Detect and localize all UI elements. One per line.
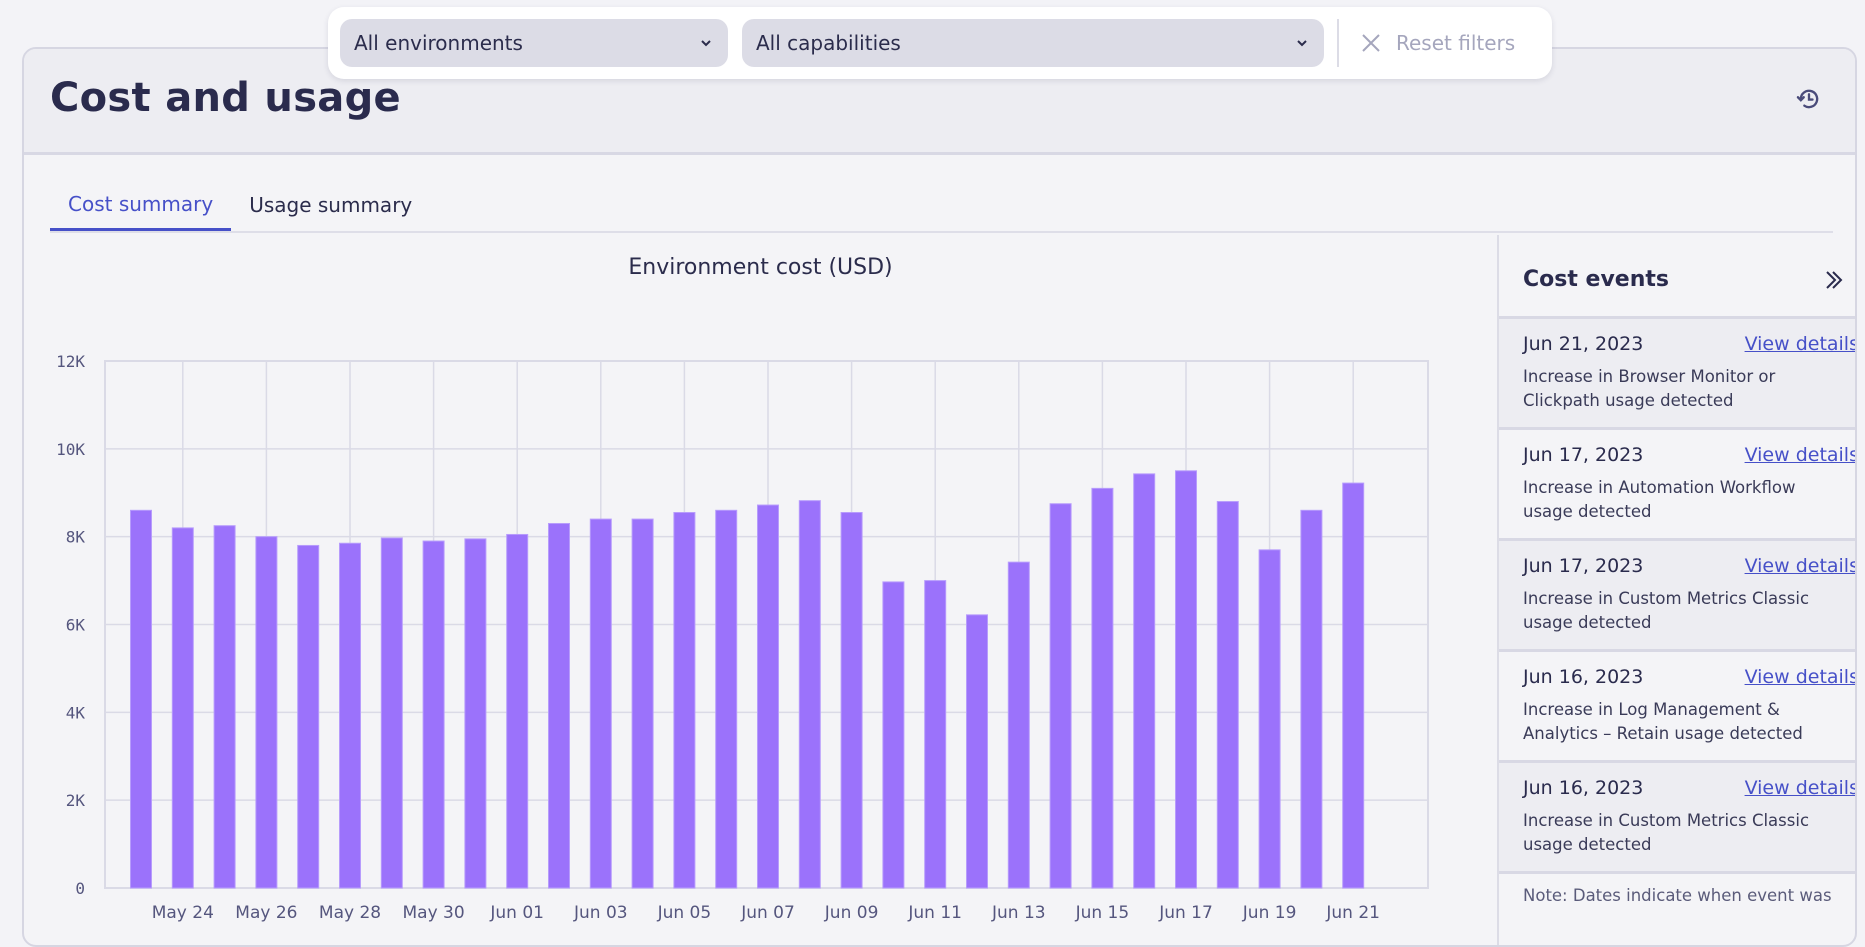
- event-description: Increase in Automation Workflow usage de…: [1523, 478, 1796, 521]
- cost-bar: [840, 512, 863, 889]
- cost-event-item: Jun 17, 2023 View details Increase in Cust…: [1499, 541, 1855, 652]
- cost-bar: [589, 518, 612, 889]
- history-button[interactable]: [1793, 83, 1825, 115]
- cost-bar: [1258, 549, 1281, 889]
- cost-bar: [1007, 561, 1030, 889]
- x-tick-label: Jun 17: [1158, 903, 1213, 923]
- filter-divider: [1337, 19, 1339, 67]
- cost-bar: [798, 500, 821, 889]
- close-icon: [1362, 34, 1380, 52]
- cost-events-list: Jun 21, 2023 View details Increase in Brow…: [1499, 319, 1855, 874]
- x-tick-label: May 26: [235, 903, 297, 923]
- cost-bar: [171, 527, 194, 889]
- cost-bar: [882, 581, 905, 889]
- x-tick-label: Jun 21: [1325, 903, 1380, 923]
- cost-bar: [130, 509, 152, 889]
- cost-bar: [297, 544, 320, 889]
- cost-bar: [464, 538, 487, 889]
- double-chevron-right-icon: [1826, 271, 1843, 289]
- cost-bar: [422, 540, 445, 889]
- view-details-link[interactable]: View details: [1745, 666, 1855, 688]
- cost-chart: Environment cost (USD) 0 2K 4K 6K 8K 10K 12K Ma…: [24, 235, 1497, 945]
- cost-event-item: Jun 16, 2023 View details Increase in Cust…: [1499, 763, 1855, 874]
- x-tick-label: May 24: [152, 903, 214, 923]
- y-tick-label: 10K: [56, 440, 85, 459]
- reset-filters-button[interactable]: Reset filters: [1360, 19, 1515, 67]
- cost-bar: [1133, 473, 1156, 889]
- x-tick-label: Jun 03: [573, 903, 628, 923]
- cost-bar: [1342, 482, 1365, 889]
- event-description: Increase in Custom Metrics Classic usage…: [1523, 589, 1810, 632]
- view-details-link[interactable]: View details: [1745, 777, 1855, 799]
- x-tick-label: May 28: [319, 903, 381, 923]
- x-tick-label: Jun 13: [991, 903, 1046, 923]
- cost-bar: [1216, 501, 1239, 889]
- x-tick-label: Jun 01: [489, 903, 544, 923]
- cost-bar: [1175, 470, 1197, 889]
- cost-bar: [673, 512, 696, 889]
- cost-bar: [1049, 503, 1072, 889]
- y-tick-label: 0: [75, 879, 85, 898]
- y-tick-label: 6K: [66, 616, 86, 635]
- cost-bar: [631, 518, 654, 889]
- filter-bar: All environments All capabilities Reset …: [328, 7, 1552, 79]
- view-details-link[interactable]: View details: [1745, 444, 1855, 466]
- view-details-link[interactable]: View details: [1745, 333, 1855, 355]
- event-description: Increase in Log Management & Analytics –…: [1523, 700, 1803, 743]
- capabilities-select[interactable]: All capabilities: [742, 19, 1324, 67]
- cost-bar: [924, 580, 947, 889]
- x-tick-label: Jun 05: [657, 903, 712, 923]
- x-tick-label: Jun 11: [907, 903, 962, 923]
- x-tick-label: May 30: [403, 903, 465, 923]
- page-title: Cost and usage: [50, 75, 401, 121]
- cost-bar: [548, 522, 570, 889]
- cost-bar: [255, 536, 278, 889]
- collapse-panel-button[interactable]: [1819, 265, 1849, 295]
- history-icon: [1796, 89, 1819, 109]
- x-tick-label: Jun 19: [1242, 903, 1297, 923]
- cost-events-header: Cost events: [1499, 235, 1855, 319]
- y-tick-label: 8K: [66, 528, 86, 547]
- environment-select[interactable]: All environments: [340, 19, 728, 67]
- cost-bar: [213, 525, 236, 889]
- cost-event-item: Jun 16, 2023 View details Increase in Log …: [1499, 652, 1855, 763]
- tab-cost-summary[interactable]: Cost summary: [50, 179, 232, 231]
- cost-events-panel: Cost events Jun 21, 2023 View details Incr…: [1497, 235, 1855, 945]
- y-tick-label: 2K: [66, 791, 86, 810]
- chevron-down-icon: [701, 40, 711, 47]
- x-tick-label: Jun 07: [740, 903, 795, 923]
- cost-bar: [380, 537, 403, 889]
- chevron-down-icon: [1297, 40, 1307, 47]
- event-description: Increase in Custom Metrics Classic usage…: [1523, 811, 1810, 854]
- tab-bar: Cost summary Usage summary: [50, 179, 1833, 233]
- cost-bar: [715, 509, 738, 889]
- y-tick-label: 4K: [66, 703, 86, 722]
- event-description: Increase in Browser Monitor or Clickpath…: [1523, 367, 1776, 410]
- tab-usage-summary[interactable]: Usage summary: [231, 179, 430, 231]
- cost-event-item: Jun 21, 2023 View details Increase in Brow…: [1499, 319, 1855, 430]
- view-details-link[interactable]: View details: [1745, 555, 1855, 577]
- y-tick-label: 12K: [56, 352, 85, 371]
- bar-chart: 0 2K 4K 6K 8K 10K 12K May 24 May 26 May 28 May 30 J…: [56, 352, 1429, 923]
- cost-bar: [339, 542, 361, 889]
- cost-bar: [506, 533, 529, 889]
- cost-events-title: Cost events: [1523, 267, 1669, 292]
- cost-events-note: Note: Dates indicate when event was: [1523, 886, 1832, 905]
- cost-bar: [1300, 509, 1323, 889]
- cost-event-item: Jun 17, 2023 View details Increase in Auto…: [1499, 430, 1855, 541]
- cost-bar: [1091, 487, 1114, 889]
- x-tick-label: Jun 15: [1075, 903, 1130, 923]
- capabilities-select-value: All capabilities: [756, 31, 901, 55]
- reset-filters-label: Reset filters: [1396, 31, 1516, 55]
- environment-select-value: All environments: [354, 31, 523, 55]
- cost-bar: [757, 504, 779, 889]
- x-tick-label: Jun 09: [824, 903, 879, 923]
- cost-usage-card: Cost and usage Cost summary Usage summar…: [22, 47, 1857, 947]
- cost-bar: [966, 614, 988, 889]
